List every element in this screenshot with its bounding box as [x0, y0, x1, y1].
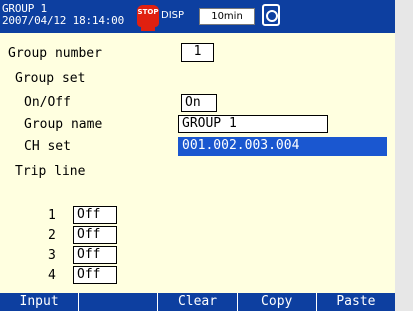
group-name-field[interactable]: GROUP 1	[178, 115, 328, 133]
ch-set-field[interactable]: 001.002.003.004	[178, 137, 387, 156]
onoff-field[interactable]: On	[181, 94, 217, 112]
ch-set-label: CH set	[24, 139, 71, 154]
onoff-label: On/Off	[24, 95, 71, 110]
stop-icon: STOP	[137, 5, 159, 31]
trip-line-label: Trip line	[15, 164, 86, 179]
paste-softkey[interactable]: Paste	[317, 293, 395, 311]
stop-icon-label: STOP	[137, 8, 159, 16]
trip-line-4-field[interactable]: Off	[73, 266, 117, 284]
trip-line-3-field[interactable]: Off	[73, 246, 117, 264]
group-number-label: Group number	[8, 46, 102, 61]
softkey-bar: Input Clear Copy Paste	[0, 293, 395, 311]
group-number-field[interactable]: 1	[181, 43, 214, 62]
memory-media-icon	[262, 4, 280, 26]
trip-line-1-field[interactable]: Off	[73, 206, 117, 224]
group-name-label: Group name	[24, 117, 103, 132]
status-bar: GROUP 1 2007/04/12 18:14:00 STOP DISP 10…	[0, 0, 395, 33]
stop-icon-stand	[141, 27, 155, 31]
trip-line-number: 4	[48, 268, 56, 283]
trip-line-number: 2	[48, 228, 56, 243]
input-softkey[interactable]: Input	[0, 293, 80, 311]
datetime: 2007/04/12 18:14:00	[2, 14, 125, 27]
disp-label: DISP	[161, 10, 185, 21]
clear-softkey[interactable]: Clear	[158, 293, 238, 311]
trip-line-number: 3	[48, 248, 56, 263]
group-set-label: Group set	[15, 71, 86, 86]
copy-softkey[interactable]: Copy	[238, 293, 317, 311]
settings-screen: GROUP 1 2007/04/12 18:14:00 STOP DISP 10…	[0, 0, 395, 311]
trip-line-number: 1	[48, 208, 56, 223]
empty-softkey[interactable]	[79, 293, 159, 311]
display-interval-box: 10min	[199, 8, 255, 25]
trip-line-2-field[interactable]: Off	[73, 226, 117, 244]
